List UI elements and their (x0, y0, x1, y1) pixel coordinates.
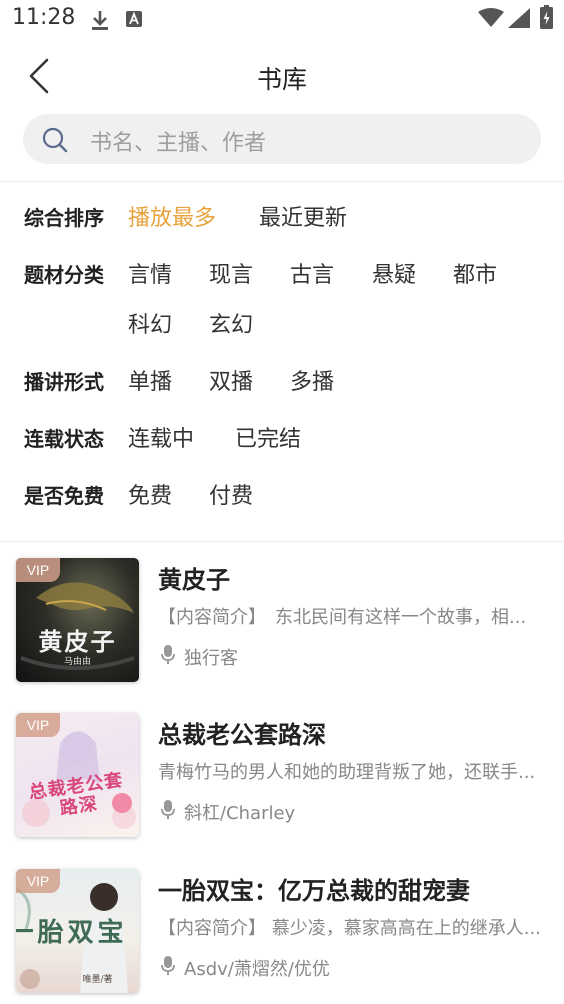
filter-option-paid[interactable]: 付费 (209, 478, 253, 510)
book-item[interactable]: VIP 黄皮子 马由由 黄皮子 【内容简介】 东北民间有这样一个故事，相... … (0, 558, 564, 688)
page-title: 书库 (256, 65, 307, 94)
search-input[interactable]: 书名、主播、作者 (23, 114, 541, 164)
filter-option-recently-updated[interactable]: 最近更新 (259, 200, 347, 232)
filter-option-ancient-romance[interactable]: 古言 (290, 257, 334, 289)
book-narrator: 独行客 (184, 648, 238, 669)
divider (0, 181, 564, 182)
book-narrator: Asdv/萧熠然/优优 (184, 959, 330, 980)
search-placeholder: 书名、主播、作者 (90, 131, 267, 156)
book-cover: VIP 总裁老公套路深 (16, 713, 139, 837)
microphone-icon (161, 800, 175, 819)
cover-title: 黄皮子 (38, 627, 117, 656)
microphone-icon (161, 956, 175, 975)
filter-label-status: 连载状态 (24, 427, 104, 451)
filter-option-suspense[interactable]: 悬疑 (372, 257, 416, 289)
filter-label-price: 是否免费 (24, 484, 104, 508)
cover-title: 一胎双宝 (16, 918, 128, 948)
filter-option-fantasy[interactable]: 玄幻 (209, 307, 253, 339)
book-item[interactable]: VIP 一胎双宝 唯墨/著 一胎双宝：亿万总裁的甜宠妻 【内容简介】 慕少凌，慕… (0, 869, 564, 999)
search-icon (42, 127, 68, 153)
status-time: 11:28 (12, 5, 76, 30)
download-icon (92, 11, 108, 30)
filter-option-romance[interactable]: 言情 (128, 257, 172, 289)
divider (0, 541, 564, 542)
filter-option-dual-narrator[interactable]: 双播 (209, 364, 253, 396)
filter-label-sort: 综合排序 (24, 206, 104, 230)
filter-option-completed[interactable]: 已完结 (235, 421, 301, 453)
filter-option-multi-narrator[interactable]: 多播 (290, 364, 334, 396)
book-description: 【内容简介】 慕少凌，慕家高高在上的继承人... (158, 918, 541, 939)
book-cover: VIP 一胎双宝 唯墨/著 (16, 869, 139, 993)
vip-badge: VIP (16, 713, 60, 737)
filter-option-free[interactable]: 免费 (128, 478, 172, 510)
filter-option-ongoing[interactable]: 连载中 (128, 421, 194, 453)
book-description: 青梅竹马的男人和她的助理背叛了她，还联手... (158, 762, 536, 783)
cover-author: 唯墨/著 (82, 975, 113, 985)
microphone-icon (161, 645, 175, 664)
vip-badge: VIP (16, 558, 60, 582)
cover-author: 马由由 (63, 657, 91, 667)
filter-option-single-narrator[interactable]: 单播 (128, 364, 172, 396)
book-title: 黄皮子 (158, 566, 230, 594)
book-item[interactable]: VIP 总裁老公套路深 总裁老公套路深 青梅竹马的男人和她的助理背叛了她，还联手… (0, 713, 564, 843)
book-narrator: 斜杠/Charley (184, 803, 296, 824)
filter-option-most-played[interactable]: 播放最多 (128, 200, 216, 232)
filter-option-scifi[interactable]: 科幻 (128, 307, 172, 339)
book-title: 总裁老公套路深 (158, 721, 326, 749)
filter-label-genre: 题材分类 (24, 263, 104, 287)
status-bar: 11:28 (0, 0, 564, 40)
book-cover: VIP 黄皮子 马由由 (16, 558, 139, 682)
cellular-signal-icon (508, 8, 530, 28)
vip-badge: VIP (16, 869, 60, 893)
filter-option-modern-romance[interactable]: 现言 (209, 257, 253, 289)
app-notification-icon (126, 11, 142, 27)
battery-charging-icon (540, 5, 553, 29)
filter-label-narration: 播讲形式 (24, 370, 104, 394)
filter-option-urban[interactable]: 都市 (453, 257, 497, 289)
book-title: 一胎双宝：亿万总裁的甜宠妻 (158, 877, 470, 905)
wifi-icon (478, 8, 504, 27)
book-description: 【内容简介】 东北民间有这样一个故事，相... (158, 607, 527, 628)
